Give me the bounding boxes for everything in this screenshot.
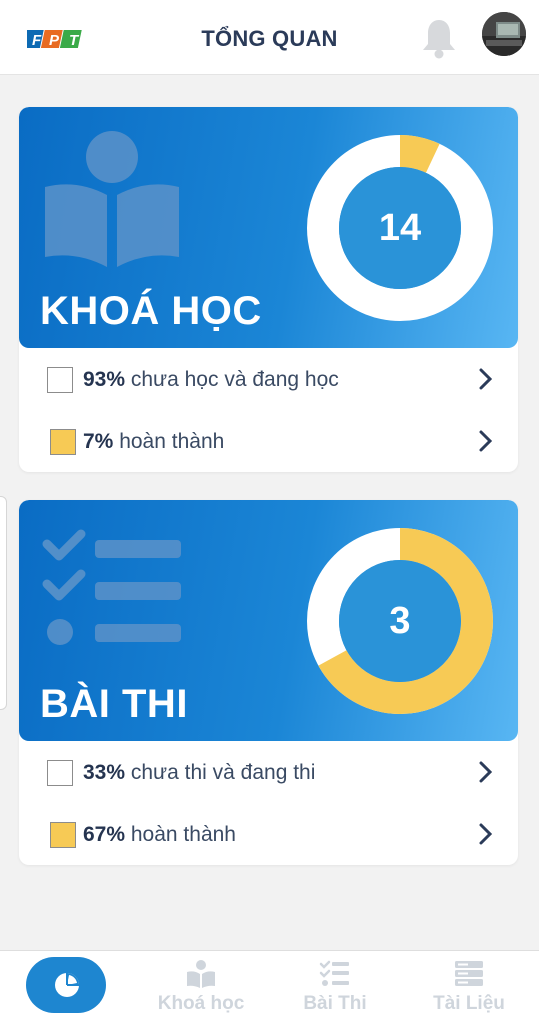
pie-chart-icon: [55, 973, 79, 997]
stat-text: 67% hoàn thành: [83, 823, 236, 847]
courses-banner[interactable]: KHOÁ HỌC 14: [19, 107, 518, 348]
drawer-handle[interactable]: [0, 496, 7, 710]
stat-percent: 67%: [83, 823, 126, 846]
stat-label: hoàn thành: [119, 430, 225, 453]
chevron-right-icon[interactable]: [478, 429, 494, 453]
stat-text: 93% chưa học và đang học: [83, 368, 339, 392]
legend-swatch-remaining: [47, 367, 73, 393]
nav-tab-exams[interactable]: Bài Thi: [268, 951, 402, 1020]
legend-swatch-completed: [50, 429, 76, 455]
exams-title: BÀI THI: [40, 682, 188, 726]
checklist-icon: [42, 529, 181, 645]
legend-swatch-remaining: [47, 760, 73, 786]
chevron-right-icon[interactable]: [478, 822, 494, 846]
nav-tab-overview[interactable]: [0, 951, 134, 1020]
chevron-right-icon[interactable]: [478, 367, 494, 391]
stat-text: 33% chưa thi và đang thi: [83, 761, 315, 785]
bell-icon[interactable]: [420, 16, 458, 60]
bottom-nav: Khoá học Bài Thi Tài Liệu: [0, 950, 539, 1020]
stat-text: 7% hoàn thành: [83, 430, 224, 454]
nav-tab-documents[interactable]: Tài Liệu: [402, 951, 536, 1020]
book-reader-icon: [45, 131, 179, 267]
exams-completed-row[interactable]: 67% hoàn thành: [19, 810, 518, 860]
legend-swatch-completed: [50, 822, 76, 848]
courses-completed-row[interactable]: 7% hoàn thành: [19, 417, 518, 467]
nav-label: Khoá học: [157, 993, 245, 1014]
exams-count: 3: [389, 600, 411, 642]
nav-tab-courses[interactable]: Khoá học: [134, 951, 268, 1020]
stat-percent: 33%: [83, 761, 126, 784]
exams-banner[interactable]: BÀI THI 3: [19, 500, 518, 741]
exams-card: BÀI THI 3 33% chưa thi và đang thi 67% h…: [19, 500, 518, 865]
courses-title: KHOÁ HỌC: [40, 289, 262, 333]
app-header: F P T TỔNG QUAN: [0, 0, 539, 75]
stat-label: hoàn thành: [130, 823, 236, 846]
checklist-icon: [319, 960, 349, 986]
stat-label: chưa thi và đang thi: [130, 761, 316, 784]
avatar[interactable]: [482, 12, 526, 56]
courses-card: KHOÁ HỌC 14 93% chưa học và đang học 7% …: [19, 107, 518, 472]
server-icon: [455, 961, 483, 986]
chevron-right-icon[interactable]: [478, 760, 494, 784]
page-title: TỔNG QUAN: [201, 26, 338, 51]
book-reader-icon: [187, 960, 215, 988]
courses-count: 14: [378, 207, 422, 249]
courses-in-progress-row[interactable]: 93% chưa học và đang học: [19, 355, 518, 405]
exams-in-progress-row[interactable]: 33% chưa thi và đang thi: [19, 748, 518, 798]
stat-percent: 7%: [83, 430, 114, 453]
stat-label: chưa học và đang học: [130, 368, 339, 391]
stat-percent: 93%: [83, 368, 126, 391]
nav-label: Tài Liệu: [433, 993, 505, 1014]
nav-label: Bài Thi: [303, 993, 367, 1014]
